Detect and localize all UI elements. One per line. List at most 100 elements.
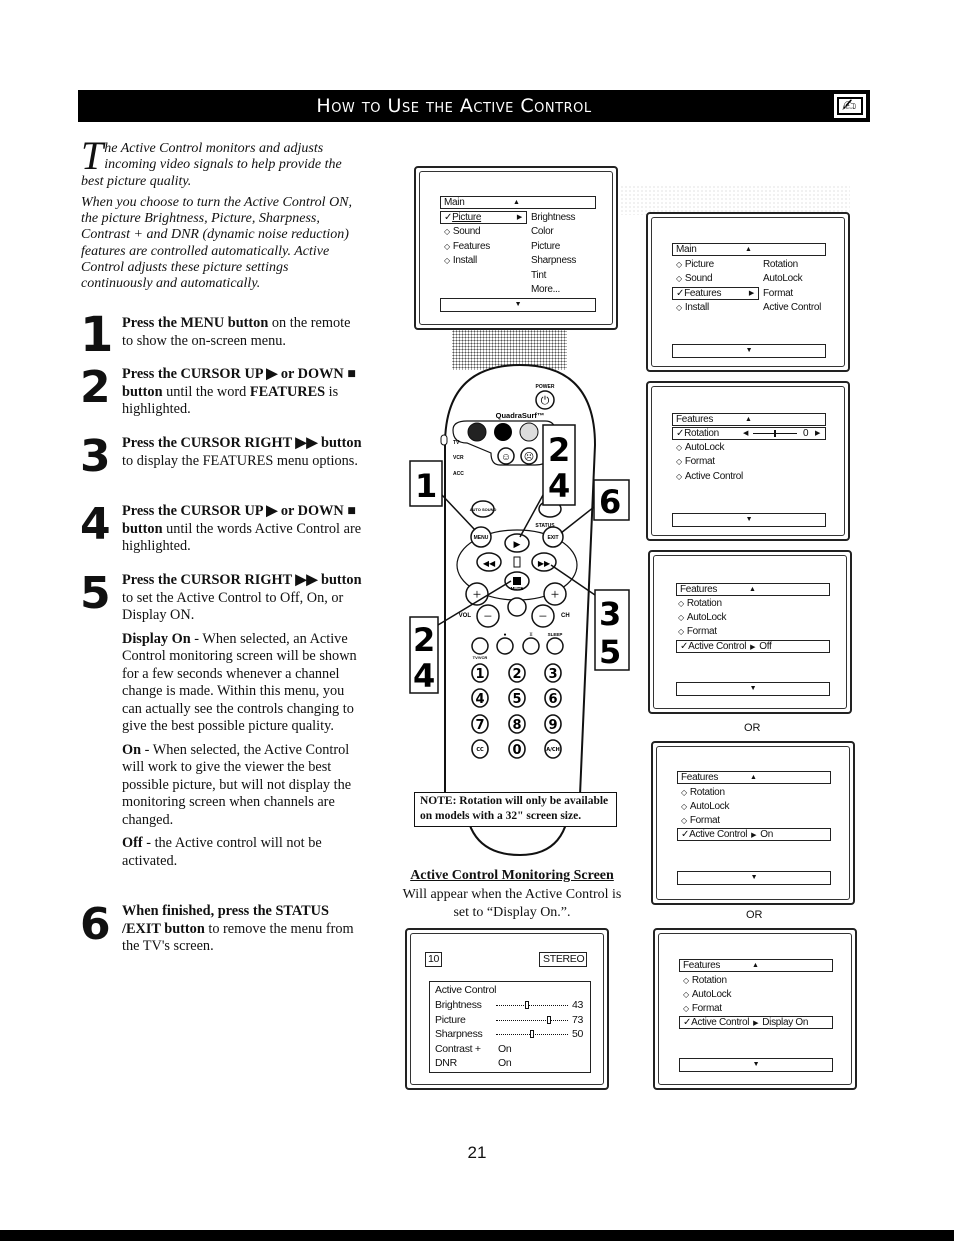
tv-screen-active-control-off: Features ▲ ◇ Rotation ◇ AutoLock ◇ Format ✓A… [648, 550, 852, 714]
rotation-slider-thumb[interactable] [774, 430, 776, 437]
menu-item-selected[interactable]: ✓Active Control ▶ Display On [679, 1016, 833, 1029]
scroll-down-bar[interactable]: ▼ [677, 871, 831, 885]
menu-item[interactable]: ◇ Sound [676, 272, 713, 285]
plus-icon: + [473, 587, 481, 603]
button-label: 8 [512, 718, 521, 733]
callout-number: 2 [548, 431, 570, 469]
step-bold: FEATURES [249, 383, 326, 400]
smiley-icon: ☺ [501, 452, 511, 463]
right-arrow-icon: ▶ [516, 214, 522, 221]
quadrasurf-button-green[interactable] [494, 423, 512, 441]
mode-switch[interactable] [440, 434, 448, 446]
menu-item[interactable]: ◇ Active Control [676, 470, 743, 483]
remote-control-illustration: POWER ⏻ QuadraSurf™ ☺ ☹ TV VCR ACC AUTO … [409, 363, 630, 857]
scroll-down-bar[interactable]: ▼ [672, 513, 826, 527]
menu-item-selected[interactable]: ✓Active Control ▶ On [677, 828, 831, 841]
scroll-down-bar[interactable]: ▼ [676, 682, 830, 696]
menu-item-label: Features [684, 288, 722, 299]
monitor-row: Picture 73 [435, 1014, 585, 1027]
menu-item[interactable]: ◇ Sound [444, 225, 481, 238]
smiley-icon: ☹ [524, 451, 534, 463]
page-title: How to Use the Active Control [316, 95, 592, 117]
option-label: Off [122, 835, 143, 851]
menu-item-selected[interactable]: ✓Features ▶ [672, 287, 759, 300]
menu-item-selected[interactable]: ✓Picture ▶ [440, 211, 527, 224]
step-number: 2 [80, 362, 111, 413]
diamond-icon: ◇ [683, 976, 689, 985]
tvvcr-button[interactable] [471, 637, 489, 655]
menu-item[interactable]: ◇ Rotation [681, 786, 725, 799]
menu-item[interactable]: ◇ AutoLock [681, 800, 729, 813]
menu-item-selected[interactable]: ✓Active Control ▶ Off [676, 640, 830, 653]
fast-forward-icon: ▶▶ [538, 559, 551, 568]
menu-item[interactable]: ◇ AutoLock [678, 611, 726, 624]
quadrasurf-button-red[interactable] [467, 422, 487, 442]
up-arrow-icon: ▲ [749, 586, 756, 593]
menu-item[interactable]: ◇ Picture [676, 258, 714, 271]
menu-item[interactable]: ◇ AutoLock [683, 988, 731, 1001]
right-arrow-icon: ▶ [753, 1020, 759, 1027]
menu-item-selected[interactable]: ✓Rotation ◀ 0 ▶ [672, 427, 826, 440]
menu-item[interactable]: ◇ Rotation [678, 597, 722, 610]
button-label: 9 [548, 718, 557, 733]
menu-item[interactable]: ◇ Rotation [683, 974, 727, 987]
monitor-row-label: Sharpness [435, 1028, 483, 1040]
minus-icon: − [539, 609, 547, 625]
menu-item[interactable]: ◇ Format [681, 814, 720, 827]
diamond-icon: ◇ [676, 260, 682, 269]
cassette-icon [513, 556, 521, 568]
scroll-down-bar[interactable]: ▼ [672, 344, 826, 358]
diamond-icon: ◇ [676, 303, 682, 312]
option-label: Display On [122, 630, 191, 647]
callout-number: 3 [599, 595, 621, 633]
menu-item[interactable]: ◇ Format [678, 625, 717, 638]
record-icon: ● [503, 633, 506, 638]
menu-item[interactable]: ◇ Install [444, 254, 477, 267]
sleep-button[interactable] [546, 637, 564, 655]
submenu-item: Tint [531, 270, 547, 281]
setting-value: Off [759, 641, 772, 652]
pause-button[interactable] [522, 637, 540, 655]
check-icon: ✓ [683, 1017, 692, 1028]
diamond-icon: ◇ [444, 227, 450, 236]
scroll-down-bar[interactable]: ▼ [679, 1058, 833, 1072]
menu-item[interactable]: ◇ Features [444, 240, 490, 253]
plus-icon: + [551, 587, 559, 603]
down-arrow-icon: ▼ [514, 301, 522, 308]
minus-icon: − [484, 609, 492, 625]
step-number: 5 [80, 568, 111, 619]
menu-item[interactable]: ◇ Format [676, 455, 715, 468]
menu-item[interactable]: ◇ Install [676, 301, 709, 314]
menu-item-label: Rotation [684, 428, 719, 439]
scroll-down-bar[interactable]: ▼ [440, 298, 596, 312]
menu-item[interactable]: ◇ AutoLock [676, 441, 724, 454]
mute-button[interactable] [507, 597, 527, 617]
texture [620, 185, 850, 215]
menu-item-label: Active Control [689, 829, 748, 840]
diamond-icon: ◇ [676, 472, 682, 481]
monitor-row-value: 73 [572, 1013, 584, 1026]
check-icon: ✓ [676, 428, 685, 439]
record-button[interactable] [496, 637, 514, 655]
auto-sound-label: AUTO SOUND [470, 507, 497, 512]
mute-label: MUTE [511, 586, 524, 591]
active-control-panel: Active Control Brightness 43 Picture 73 Shar… [429, 981, 591, 1073]
monitor-row-value: On [498, 1057, 512, 1069]
menu-item[interactable]: ◇ Format [683, 1002, 722, 1015]
diamond-icon: ◇ [678, 599, 684, 608]
tv-mode-label: TV [453, 440, 460, 446]
submenu-item: Rotation [763, 259, 798, 270]
submenu-item: AutoLock [763, 273, 803, 284]
check-icon: ✓ [444, 212, 453, 223]
quadrasurf-button-yellow[interactable] [519, 422, 539, 442]
step-bold: Press the CURSOR RIGHT ▶▶ button [122, 435, 362, 451]
menu-title-bar: Features ▲ [677, 771, 831, 784]
step-6: 6 When finished, press the STATUS /EXIT … [80, 903, 365, 961]
channel-number: 10 [425, 952, 442, 967]
tv-screen-monitoring: 10 STEREO Active Control Brightness 43 Pic… [405, 928, 609, 1090]
callout-number: 4 [548, 467, 570, 505]
button-label: 2 [512, 667, 521, 682]
menu-item-label: Picture [452, 212, 482, 223]
diamond-icon: ◇ [683, 1004, 689, 1013]
monitor-row-value: On [498, 1042, 512, 1055]
